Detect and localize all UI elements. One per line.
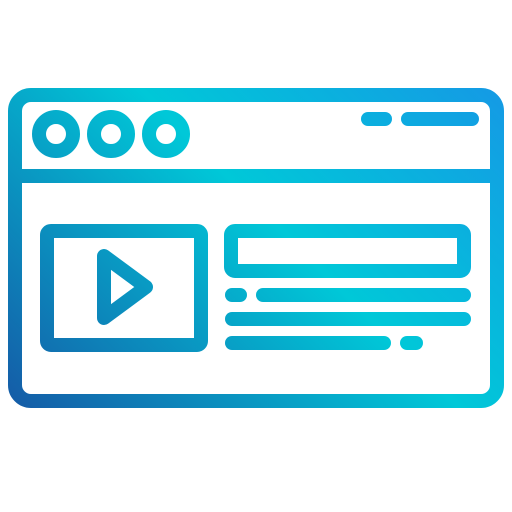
- window-controls: [32, 110, 190, 158]
- play-icon[interactable]: [97, 249, 153, 325]
- control-button-3[interactable]: [142, 110, 190, 158]
- control-button-2[interactable]: [87, 110, 135, 158]
- browser-video-icon: [8, 88, 504, 408]
- video-thumbnail[interactable]: [40, 224, 208, 352]
- content-title-box: [224, 224, 471, 278]
- video-frame: [40, 224, 208, 352]
- window-frame: [8, 88, 504, 408]
- control-button-1[interactable]: [32, 110, 80, 158]
- content-text-lines: [225, 288, 471, 350]
